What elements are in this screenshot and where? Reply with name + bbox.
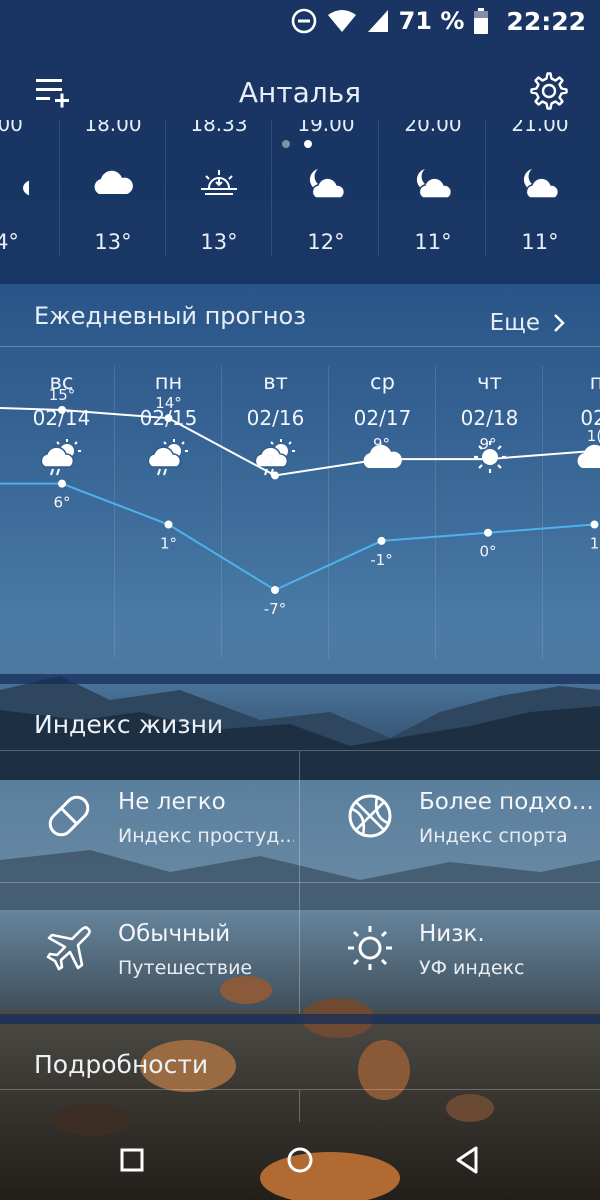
divider <box>0 1089 600 1090</box>
life-index-card-sport[interactable]: Более подхо... Индекс спорта <box>301 751 600 882</box>
page-indicator <box>282 140 312 148</box>
low-temp-line <box>0 482 595 592</box>
hour-time: 18.33 <box>190 118 248 136</box>
moon-partial-icon <box>23 174 29 196</box>
high-temp-point <box>164 414 173 423</box>
hourly-item[interactable]: .00 4° <box>0 118 60 258</box>
life-index-title: Индекс жизни <box>34 710 224 739</box>
home-button[interactable] <box>282 1142 318 1178</box>
hour-time: 18.00 <box>84 118 142 136</box>
high-temp-label: 15° <box>49 386 76 404</box>
low-temp-point <box>484 528 492 537</box>
life-index-card-cold[interactable]: Не легко Индекс простуд... <box>0 751 299 882</box>
high-temp-point <box>484 455 492 464</box>
low-temp-point <box>271 586 279 594</box>
do-not-disturb-icon <box>291 8 316 34</box>
sunset-icon <box>201 170 237 195</box>
hour-temp: 13° <box>200 230 238 254</box>
high-temp-label: 1( <box>587 427 600 445</box>
chevron-right-icon <box>554 314 565 332</box>
card-subtitle: Индекс простуд... <box>118 825 294 847</box>
airplane-icon <box>46 926 91 971</box>
hourly-item[interactable]: 19.00 12° <box>273 118 379 258</box>
high-temp-point <box>271 471 279 480</box>
battery-percent: 71 % <box>398 7 465 35</box>
high-temp-line <box>0 407 595 477</box>
moon-cloud-icon <box>416 169 453 199</box>
daily-forecast[interactable]: вс 02/14 пн 02/15 вт 02/16 ср <box>0 348 600 674</box>
status-clock: 22:22 <box>506 6 586 36</box>
hour-time: 21.00 <box>511 118 569 136</box>
hour-temp: 11° <box>521 230 559 254</box>
high-temp-label: 14° <box>155 394 182 412</box>
city-title: Анталья <box>238 76 362 109</box>
low-temp-label: -7° <box>264 600 286 618</box>
status-bar: 71 % 22:22 <box>0 0 600 44</box>
low-temp-label: 1 <box>590 535 600 553</box>
low-temp-point <box>590 520 599 529</box>
hourly-item[interactable]: 18.33 13° <box>166 118 272 258</box>
low-temp-label: 0° <box>479 543 496 561</box>
hourly-item[interactable]: 20.00 11° <box>380 118 486 258</box>
hourly-item[interactable]: 18.00 13° <box>60 118 166 258</box>
low-temp-label: -1° <box>370 551 392 569</box>
divider <box>299 1090 300 1122</box>
card-title: Обычный <box>118 921 231 947</box>
hour-temp: 12° <box>307 230 345 254</box>
moon-cloud-icon <box>523 169 560 199</box>
card-title: Низк. <box>419 921 485 947</box>
card-subtitle: Путешествие <box>118 957 253 979</box>
hour-time: 19.00 <box>297 118 355 136</box>
divider <box>299 751 300 1014</box>
cloud-icon <box>94 170 133 194</box>
section-band <box>0 1014 600 1024</box>
high-temp-point <box>590 446 599 455</box>
card-title: Более подхо... <box>419 789 594 815</box>
low-temp-point <box>377 536 386 545</box>
section-band <box>0 272 600 284</box>
battery-icon <box>474 8 489 34</box>
wifi-icon <box>327 10 356 32</box>
cell-signal-icon <box>367 10 388 32</box>
life-index-card-uv[interactable]: Низк. УФ индекс <box>301 883 600 1014</box>
system-nav-bar <box>0 1120 600 1200</box>
life-index-card-travel[interactable]: Обычный Путешествие <box>0 883 299 1014</box>
hour-temp: 11° <box>414 230 452 254</box>
card-title: Не легко <box>118 789 226 815</box>
low-temp-point <box>58 479 66 488</box>
more-label: Еще <box>489 310 540 336</box>
card-subtitle: Индекс спорта <box>419 825 568 847</box>
high-temp-label: 9° <box>373 435 390 453</box>
sun-outline-icon <box>348 926 392 970</box>
high-temp-point <box>377 455 386 464</box>
app-bar: Анталья <box>0 44 600 120</box>
hour-time: .00 <box>0 118 23 136</box>
pill-icon <box>48 795 90 837</box>
high-temp-label: 7° <box>266 451 283 469</box>
low-temp-point <box>164 520 173 529</box>
hour-temp: 4° <box>0 230 19 254</box>
high-temp-point <box>58 406 66 414</box>
card-subtitle: УФ индекс <box>419 957 525 979</box>
more-link[interactable]: Еще <box>490 310 566 336</box>
basketball-icon <box>348 794 392 838</box>
divider <box>0 346 600 347</box>
page-dot-active <box>304 140 312 148</box>
hourly-item[interactable]: 21.00 11° <box>487 118 593 258</box>
hour-time: 20.00 <box>404 118 462 136</box>
details-title: Подробности <box>34 1050 209 1079</box>
hour-temp: 13° <box>94 230 132 254</box>
settings-gear-icon[interactable] <box>530 72 568 110</box>
low-temp-label: 1° <box>160 535 177 553</box>
temperature-chart: 15° 14° 7° 9° 9° 1( 6° 1° -7° -1° 0° 1 <box>0 386 600 618</box>
daily-forecast-title: Ежедневный прогноз <box>34 302 306 330</box>
back-button[interactable] <box>450 1142 486 1178</box>
high-temp-label: 9° <box>479 435 496 453</box>
page-dot <box>282 140 290 148</box>
low-temp-label: 6° <box>53 494 70 512</box>
recent-apps-button[interactable] <box>114 1142 150 1178</box>
moon-cloud-icon <box>309 169 346 199</box>
section-band <box>0 674 600 684</box>
